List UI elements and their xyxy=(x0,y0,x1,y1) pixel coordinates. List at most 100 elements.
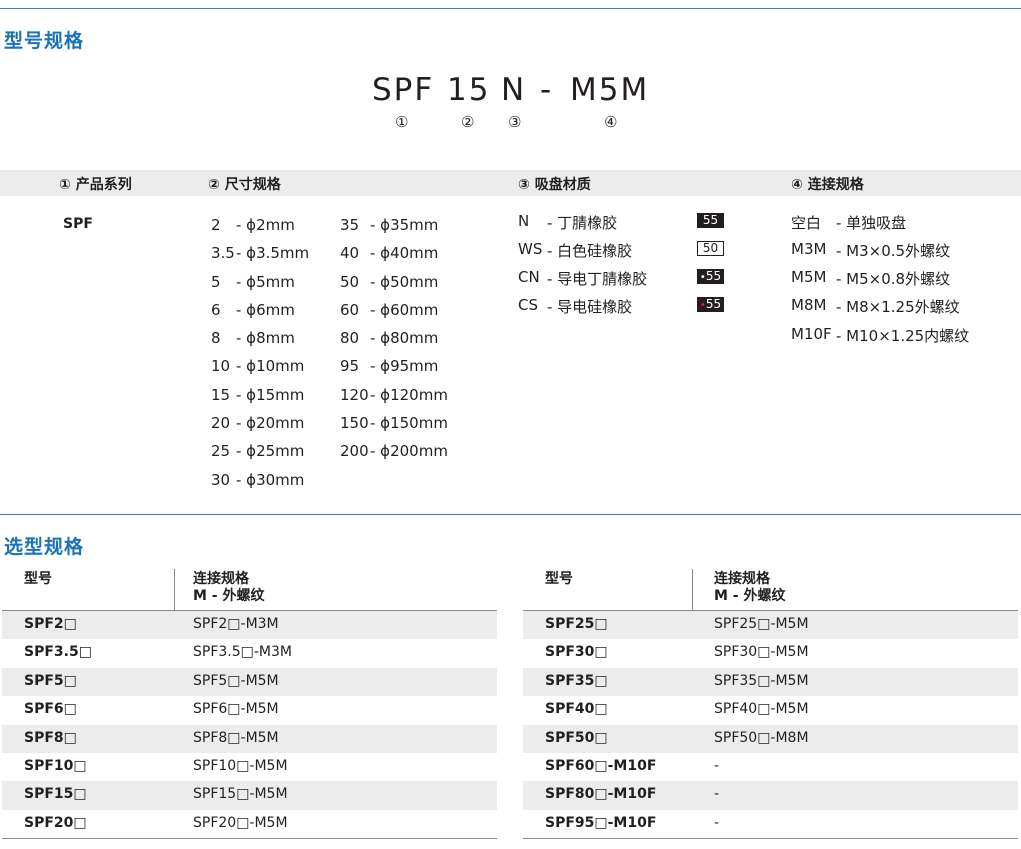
connection-code: M3M xyxy=(791,240,827,258)
size-code: 35 xyxy=(340,216,360,234)
size-code: 8 xyxy=(211,329,221,347)
model-cell: SPF95□-M10F xyxy=(545,814,657,831)
model-cell: SPF5□ xyxy=(24,672,77,689)
column-divider xyxy=(692,569,693,611)
table-row: SPF15□ SPF15□-M5M xyxy=(2,781,497,810)
table-row: SPF20□ SPF20□-M5M xyxy=(2,810,497,838)
model-cell: SPF50□ xyxy=(545,729,608,746)
connection-cell: SPF8□-M5M xyxy=(193,729,279,746)
header-connection: ④ 连接规格 xyxy=(791,177,864,193)
model-cell: SPF30□ xyxy=(545,644,608,661)
connection-desc: - M3×0.5外螺纹 xyxy=(836,242,951,260)
material-desc: - 导电丁腈橡胶 xyxy=(547,270,648,288)
size-desc: - ϕ50mm xyxy=(370,273,439,291)
size-desc: - ϕ80mm xyxy=(370,329,439,347)
size-desc: - ϕ35mm xyxy=(370,216,439,234)
section-title-model-spec: 型号规格 xyxy=(4,30,85,52)
connection-cell: - xyxy=(714,757,720,774)
table-row: SPF60□-M10F - xyxy=(523,753,1018,781)
header-connection-line2: M - 外螺纹 xyxy=(714,588,786,604)
hardness-badge: 50 xyxy=(697,241,724,256)
size-desc: - ϕ20mm xyxy=(236,414,305,432)
table-bottom-rule xyxy=(523,838,1018,840)
model-cell: SPF35□ xyxy=(545,672,608,689)
header-material: ③ 吸盘材质 xyxy=(518,177,591,193)
connection-cell: - xyxy=(714,814,720,831)
size-code: 30 xyxy=(211,471,231,489)
connection-code: M8M xyxy=(791,296,827,314)
connection-code: M10F xyxy=(791,325,832,343)
header-model: 型号 xyxy=(545,571,573,587)
selection-table-left: 型号 连接规格 M - 外螺纹 SPF2□ SPF2□-M3M SPF3.5□ SP… xyxy=(2,567,497,840)
spec-header-bar: ① 产品系列 ② 尺寸规格 ③ 吸盘材质 ④ 连接规格 xyxy=(0,170,1021,196)
table-row: SPF30□ SPF30□-M5M xyxy=(523,639,1018,667)
header-connection-line2: M - 外螺纹 xyxy=(193,588,265,604)
model-cell: SPF60□-M10F xyxy=(545,757,657,774)
size-code: 200 xyxy=(340,442,369,460)
material-code: N xyxy=(518,212,530,230)
connection-cell: SPF10□-M5M xyxy=(193,757,288,774)
connection-cell: SPF25□-M5M xyxy=(714,616,809,632)
hardness-value: 50 xyxy=(702,241,719,255)
table-row: SPF5□ SPF5□-M5M xyxy=(2,667,497,697)
table-row: SPF25□ SPF25□-M5M xyxy=(523,611,1018,640)
header-connection: 连接规格 M - 外螺纹 xyxy=(193,571,265,605)
hardness-value: 55 xyxy=(705,297,722,311)
code-dash: - xyxy=(540,72,554,108)
size-desc: - ϕ8mm xyxy=(236,329,295,347)
material-code: WS xyxy=(518,240,543,258)
header-connection: 连接规格 M - 外螺纹 xyxy=(714,571,786,605)
size-desc: - ϕ200mm xyxy=(370,442,448,460)
size-code: 5 xyxy=(211,273,221,291)
size-code: 25 xyxy=(211,442,231,460)
model-cell: SPF2□ xyxy=(24,616,77,632)
size-desc: - ϕ150mm xyxy=(370,414,448,432)
size-code: 10 xyxy=(211,357,231,375)
hardness-badge: •55 xyxy=(697,269,724,284)
table-row: SPF10□ SPF10□-M5M xyxy=(2,753,497,781)
marker-2: ② xyxy=(461,113,475,131)
size-desc: - ϕ25mm xyxy=(236,442,305,460)
series-value: SPF xyxy=(63,216,93,232)
connection-cell: - xyxy=(714,786,720,803)
size-code: 150 xyxy=(340,414,369,432)
connection-desc: - 单独吸盘 xyxy=(836,214,907,232)
size-code: 60 xyxy=(340,301,360,319)
table-row: SPF6□ SPF6□-M5M xyxy=(2,696,497,724)
connection-cell: SPF5□-M5M xyxy=(193,672,279,689)
middle-rule xyxy=(0,514,1021,515)
connection-cell: SPF15□-M5M xyxy=(193,786,288,803)
material-code: CS xyxy=(518,296,538,314)
marker-4: ④ xyxy=(604,113,618,131)
model-code-example: SPF 15 N - M5M xyxy=(0,72,1021,112)
size-code: 40 xyxy=(340,244,360,262)
model-cell: SPF80□-M10F xyxy=(545,786,657,803)
header-series: ① 产品系列 xyxy=(59,177,132,193)
code-size: 15 xyxy=(447,72,491,108)
material-desc: - 导电硅橡胶 xyxy=(547,298,633,316)
marker-3: ③ xyxy=(508,113,522,131)
size-desc: - ϕ95mm xyxy=(370,357,439,375)
model-cell: SPF40□ xyxy=(545,701,608,718)
material-code: CN xyxy=(518,268,540,286)
column-divider xyxy=(174,569,175,611)
size-desc: - ϕ30mm xyxy=(236,471,305,489)
connection-desc: - M8×1.25外螺纹 xyxy=(836,298,960,316)
size-code: 20 xyxy=(211,414,231,432)
size-code: 50 xyxy=(340,273,360,291)
hardness-badge: 55 xyxy=(697,213,724,228)
connection-cell: SPF20□-M5M xyxy=(193,814,288,831)
connection-cell: SPF2□-M3M xyxy=(193,616,279,632)
model-cell: SPF3.5□ xyxy=(24,644,92,661)
section-title-selection: 选型规格 xyxy=(4,536,85,558)
size-desc: - ϕ2mm xyxy=(236,216,295,234)
hardness-value: 55 xyxy=(702,213,719,227)
model-cell: SPF10□ xyxy=(24,757,87,774)
size-code: 3.5 xyxy=(211,244,235,262)
table-row: SPF40□ SPF40□-M5M xyxy=(523,696,1018,724)
connection-cell: SPF35□-M5M xyxy=(714,672,809,689)
material-desc: - 白色硅橡胶 xyxy=(547,242,633,260)
table-row: SPF3.5□ SPF3.5□-M3M xyxy=(2,639,497,667)
model-cell: SPF8□ xyxy=(24,729,77,746)
marker-1: ① xyxy=(395,113,409,131)
